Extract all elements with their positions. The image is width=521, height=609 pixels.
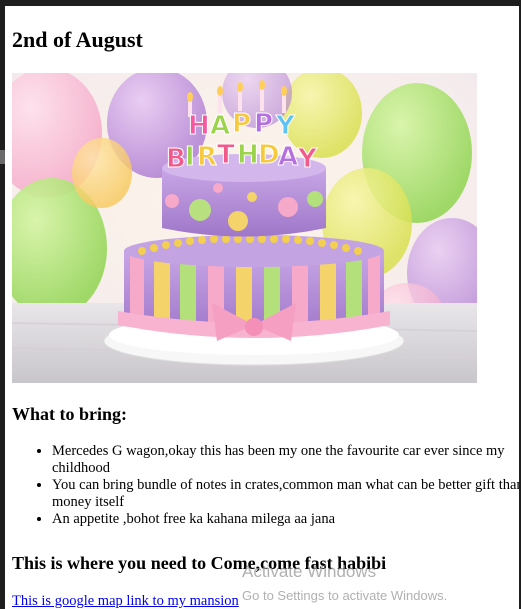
birthday-cake-image: H A P P Y B I R T H D A Y: [12, 73, 477, 383]
cake-letter-birthday-y: Y: [297, 144, 318, 174]
page-title: 2nd of August: [12, 27, 143, 52]
cake-letter-happy-y: Y: [275, 111, 296, 141]
list-item: An appetite ,bohot free ka kahana milega…: [52, 511, 519, 528]
watermark-subtitle: Go to Settings to activate Windows.: [242, 588, 448, 603]
cake-letter-happy-p2: P: [254, 109, 273, 139]
what-to-bring-heading: What to bring:: [12, 404, 128, 424]
cake-letter-birthday-i: I: [185, 142, 195, 172]
cake-letter-birthday-a: A: [278, 142, 298, 172]
list-item: You can bring bundle of notes in crates,…: [52, 477, 519, 511]
activate-windows-watermark: Activate Windows Go to Settings to activ…: [242, 562, 447, 604]
list-item: Mercedes G wagon,okay this has been my o…: [52, 443, 519, 477]
cake-letter-birthday-r: R: [197, 142, 217, 172]
watermark-title: Activate Windows: [242, 562, 377, 581]
bring-list: Mercedes G wagon,okay this has been my o…: [12, 443, 519, 528]
page-content: 2nd of August H A P P Y B I R T H D A Y …: [5, 6, 519, 609]
cake-letter-happy-p1: P: [232, 109, 251, 139]
cake-letter-happy-h: H: [188, 111, 210, 141]
cake-letter-birthday-h: H: [237, 140, 259, 170]
cake-letter-happy-a: A: [210, 111, 230, 141]
cake-letter-birthday-b: B: [166, 144, 186, 174]
google-map-link[interactable]: This is google map link to my mansion: [12, 593, 239, 609]
cake-letter-birthday-d: D: [258, 140, 280, 170]
cake-letter-birthday-t: T: [217, 140, 235, 170]
